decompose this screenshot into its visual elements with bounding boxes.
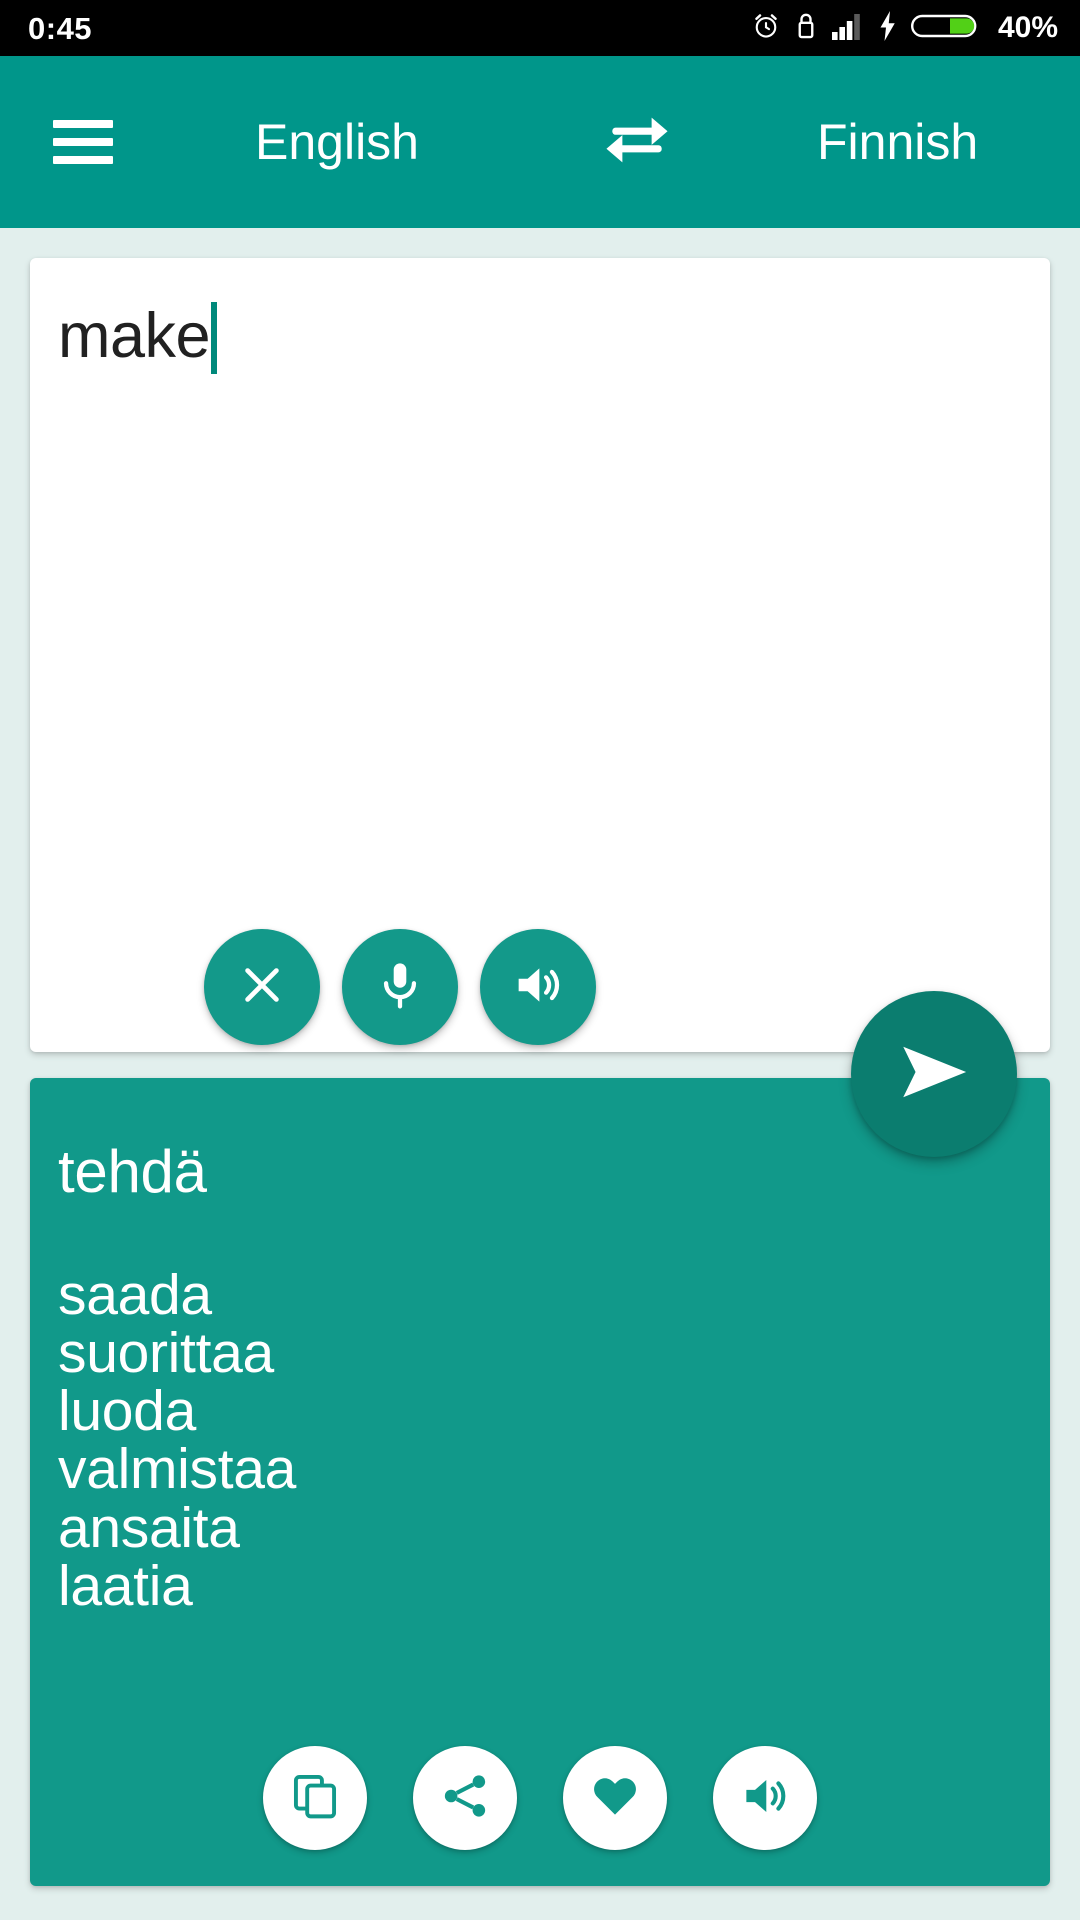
source-text-value: make <box>58 301 211 371</box>
swap-languages-icon <box>598 101 676 184</box>
source-language-selector[interactable]: English <box>255 117 419 167</box>
lock-icon <box>794 11 818 46</box>
source-text-input[interactable]: make <box>58 300 1022 374</box>
speaker-icon <box>511 958 565 1017</box>
signal-bars-icon <box>831 11 865 46</box>
translation-result-card: tehdä saada suorittaa luoda valmistaa ansait… <box>30 1078 1050 1886</box>
charging-bolt-icon <box>878 10 898 46</box>
battery-icon <box>910 11 979 46</box>
alternative-translation-item[interactable]: ansaita <box>58 1498 296 1556</box>
clear-button[interactable] <box>204 929 320 1045</box>
status-bar-icons: 40% <box>751 10 1058 46</box>
alternative-translations-list: saada suorittaa luoda valmistaa ansaita laati… <box>58 1266 296 1615</box>
text-caret <box>211 302 218 374</box>
share-icon <box>439 1770 491 1827</box>
alternative-translation-item[interactable]: valmistaa <box>58 1440 296 1498</box>
share-button[interactable] <box>413 1746 517 1850</box>
heart-icon <box>589 1770 641 1827</box>
speak-result-button[interactable] <box>713 1746 817 1850</box>
swap-languages-button[interactable] <box>598 103 676 181</box>
copy-button[interactable] <box>263 1746 367 1850</box>
translator-app-screen: 0:45 40% English Finnish make tehdä saad… <box>0 0 1080 1920</box>
hamburger-line <box>53 156 113 164</box>
alternative-translation-item[interactable]: laatia <box>58 1556 296 1614</box>
send-icon <box>893 1031 975 1118</box>
close-x-icon <box>235 958 289 1017</box>
hamburger-line <box>53 120 113 128</box>
microphone-icon <box>373 958 427 1017</box>
voice-input-button[interactable] <box>342 929 458 1045</box>
hamburger-line <box>53 138 113 146</box>
status-bar: 0:45 40% <box>0 0 1080 56</box>
battery-percent-label: 40% <box>997 11 1058 44</box>
source-text-card: make <box>30 258 1050 1052</box>
speaker-icon <box>739 1770 791 1827</box>
hamburger-menu-icon[interactable] <box>53 120 113 164</box>
alarm-icon <box>751 11 781 46</box>
main-translation-text: tehdä <box>58 1138 207 1205</box>
speak-source-button[interactable] <box>480 929 596 1045</box>
target-language-selector[interactable]: Finnish <box>817 117 978 167</box>
translate-send-button[interactable] <box>851 991 1017 1157</box>
favorite-button[interactable] <box>563 1746 667 1850</box>
alternative-translation-item[interactable]: suorittaa <box>58 1324 296 1382</box>
copy-icon <box>289 1770 341 1827</box>
alternative-translation-item[interactable]: saada <box>58 1266 296 1324</box>
status-bar-clock: 0:45 <box>28 10 93 46</box>
app-bar: English Finnish <box>0 56 1080 228</box>
alternative-translation-item[interactable]: luoda <box>58 1382 296 1440</box>
result-actions-row <box>30 1746 1050 1850</box>
